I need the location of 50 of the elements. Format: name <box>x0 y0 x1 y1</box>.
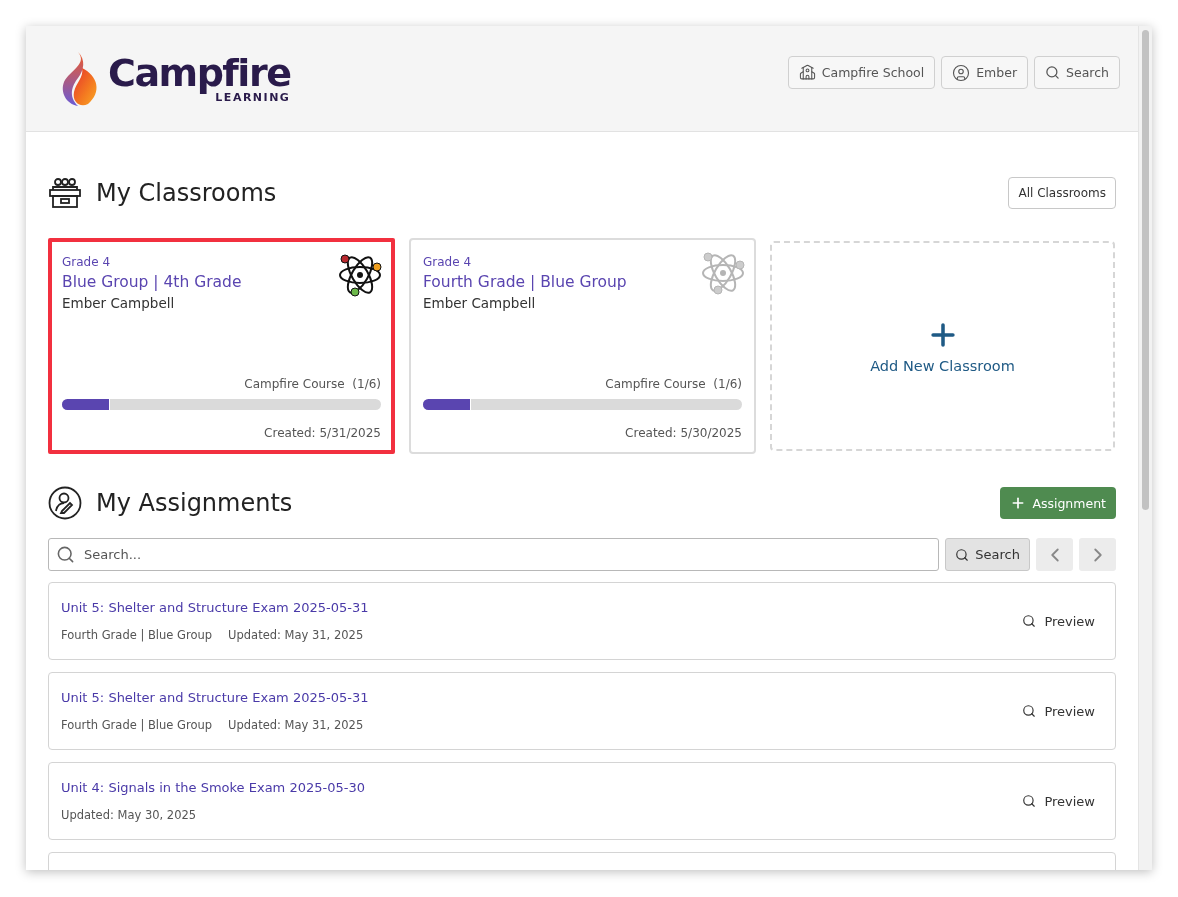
school-icon <box>798 64 816 81</box>
search-button[interactable]: Search <box>945 538 1030 571</box>
classroom-name: Fourth Grade | Blue Group <box>61 628 213 642</box>
search-icon <box>56 545 75 564</box>
logo-wordmark: Campfire <box>108 53 291 93</box>
created-date: Created: 5/31/2025 <box>264 426 381 440</box>
assignment-title[interactable]: Unit 4: Signals in the Smoke Exam 2025-05-30 <box>61 780 365 795</box>
search-field[interactable]: Search... <box>48 538 940 571</box>
next-button[interactable] <box>1079 538 1116 571</box>
updated-date: Updated: May 31, 2025 <box>228 628 364 642</box>
assignment-title[interactable]: Unit 5: Shelter and Structure Exam 2025-05-31 <box>61 600 369 615</box>
teacher-name: Ember Campbell <box>423 295 537 311</box>
preview-button[interactable]: Preview <box>1014 613 1103 629</box>
course-progress: Campfire Course (1/6) <box>244 377 381 391</box>
classroom-icon <box>48 177 82 209</box>
created-date: Created: 5/30/2025 <box>625 426 742 440</box>
atom-icon <box>700 250 746 296</box>
classroom-card[interactable]: Grade 4 Fourth Grade | Blue Group Ember Campbell Campfire Course (1/6) Created: 5/30/2025 <box>409 238 756 454</box>
user-button[interactable]: Ember <box>941 56 1029 89</box>
user-icon <box>952 63 971 82</box>
section-title: My Assignments <box>96 489 293 517</box>
atom-icon <box>337 252 383 298</box>
teacher-name: Ember Campbell <box>62 295 176 311</box>
add-classroom-button[interactable]: Add New Classroom <box>770 241 1115 451</box>
updated-date: Updated: May 31, 2025 <box>228 718 364 732</box>
preview-button[interactable]: Preview <box>1014 793 1103 809</box>
logo-tagline: LEARNING <box>215 91 291 104</box>
previous-button[interactable] <box>1036 538 1073 571</box>
add-assignment-button[interactable]: Assignment <box>1000 487 1116 519</box>
preview-button[interactable]: Preview <box>1014 703 1103 719</box>
all-classrooms-button[interactable]: All Classrooms <box>1008 177 1116 209</box>
updated-date: Updated: May 30, 2025 <box>61 808 197 822</box>
section-title: My Classrooms <box>96 179 277 207</box>
school-button[interactable]: Campfire School <box>787 56 936 89</box>
search-icon <box>1022 614 1037 628</box>
grade-label: Grade 4 <box>423 255 473 269</box>
classroom-name: Fourth Grade | Blue Group <box>61 718 213 732</box>
search-icon <box>1045 65 1061 80</box>
search-icon <box>1022 794 1037 808</box>
grade-label: Grade 4 <box>62 255 112 269</box>
classroom-name[interactable]: Blue Group | 4th Grade <box>62 273 381 291</box>
classroom-name[interactable]: Fourth Grade | Blue Group <box>423 273 742 291</box>
assignment-title[interactable]: Unit 5: Shelter and Structure Exam 2025-05-31 <box>61 690 369 705</box>
course-progress: Campfire Course (1/6) <box>605 377 742 391</box>
user-edit-icon <box>48 486 82 520</box>
search-button[interactable]: Search <box>1034 56 1120 89</box>
classroom-card[interactable]: Grade 4 Blue Group | 4th Grade Ember Campbell Campfire Course (1/6) Created: 5/31/2025 <box>48 238 395 454</box>
search-icon <box>1022 704 1037 718</box>
scrollbar-thumb[interactable] <box>1142 30 1149 510</box>
search-icon <box>955 547 970 562</box>
